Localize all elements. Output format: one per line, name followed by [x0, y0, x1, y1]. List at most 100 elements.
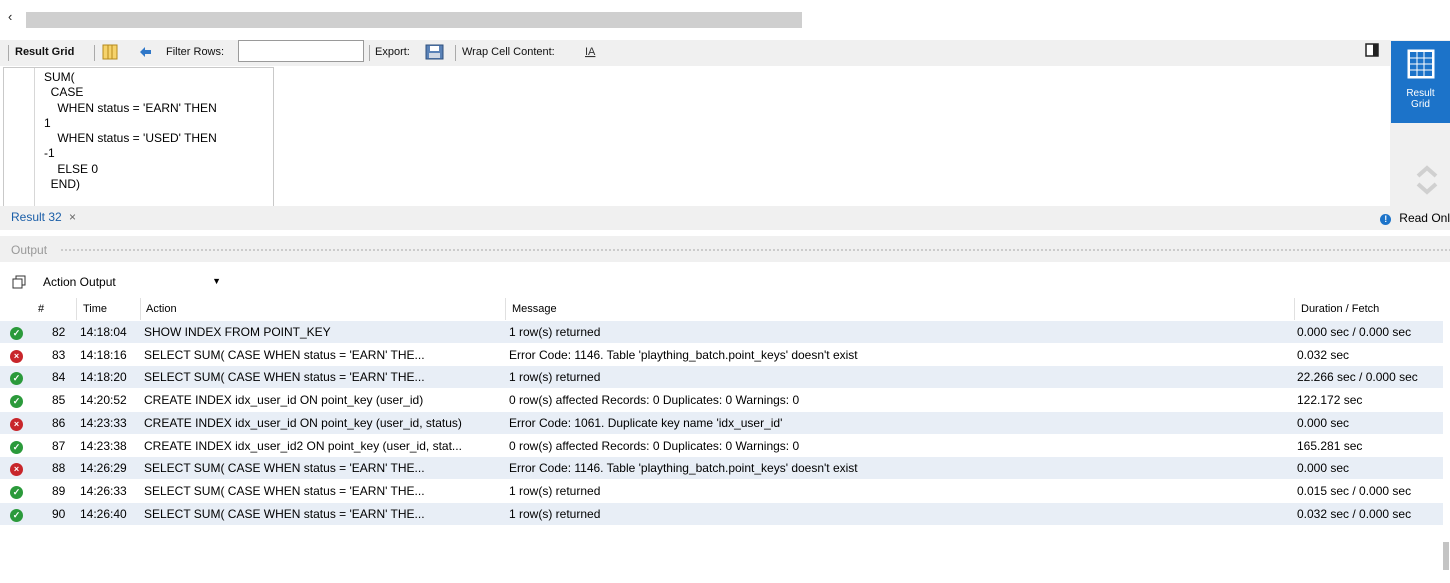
cell-content-text: SUM( CASE WHEN status = 'EARN' THEN 1 WH… — [44, 70, 217, 192]
row-duration: 122.172 sec — [1297, 393, 1363, 408]
table-row[interactable]: ✓ 90 14:26:40 SELECT SUM( CASE WHEN status … — [0, 502, 1443, 525]
row-number: 87 — [52, 438, 66, 453]
filter-rows-label: Filter Rows: — [166, 46, 225, 58]
output-type-select[interactable]: Action Output ▼ — [37, 272, 227, 292]
output-type-value: Action Output — [43, 275, 116, 289]
row-number: 86 — [52, 415, 66, 430]
copy-icon[interactable] — [12, 275, 26, 289]
row-action: CREATE INDEX idx_user_id ON point_key (u… — [144, 415, 462, 430]
row-time: 14:23:33 — [80, 415, 127, 430]
row-action: SELECT SUM( CASE WHEN status = 'EARN' TH… — [144, 370, 425, 385]
tab-result-32[interactable]: Result 32 × — [11, 210, 76, 224]
table-row[interactable]: × 86 14:23:33 CREATE INDEX idx_user_id ON p… — [0, 411, 1443, 434]
success-icon: ✓ — [10, 508, 23, 522]
result-grid-label: Result Grid — [15, 46, 75, 58]
row-duration: 165.281 sec — [1297, 438, 1363, 453]
header-grip — [60, 248, 1450, 252]
table-row[interactable]: × 88 14:26:29 SELECT SUM( CASE WHEN status … — [0, 457, 1443, 480]
row-action: SELECT SUM( CASE WHEN status = 'EARN' TH… — [144, 461, 425, 476]
table-row[interactable]: ✓ 87 14:23:38 CREATE INDEX idx_user_id2 ON … — [0, 435, 1443, 457]
read-only-label: Read Onl — [1399, 211, 1450, 225]
toolbar-divider — [94, 45, 95, 61]
close-icon[interactable]: × — [69, 210, 76, 224]
row-number: 89 — [52, 483, 66, 498]
column-header-message[interactable]: Message — [512, 303, 557, 315]
row-duration: 0.000 sec / 0.000 sec — [1297, 325, 1412, 339]
error-icon: × — [10, 463, 23, 477]
table-row[interactable]: ✓ 84 14:18:20 SELECT SUM( CASE WHEN status … — [0, 366, 1443, 389]
table-row[interactable]: ✓ 89 14:26:33 SELECT SUM( CASE WHEN status … — [0, 480, 1443, 502]
row-duration: 0.000 sec — [1297, 461, 1350, 476]
cell-content-viewer[interactable]: SUM( CASE WHEN status = 'EARN' THEN 1 WH… — [3, 67, 274, 207]
row-time: 14:18:16 — [80, 347, 127, 362]
wrap-cell-label: Wrap Cell Content: — [462, 46, 555, 58]
success-icon: ✓ — [10, 485, 23, 499]
error-icon: × — [10, 349, 23, 363]
row-duration: 22.266 sec / 0.000 sec — [1297, 370, 1418, 385]
output-panel-header: Output — [0, 236, 1450, 262]
row-duration: 0.015 sec / 0.000 sec — [1297, 483, 1412, 498]
filter-rows-input[interactable] — [238, 40, 364, 62]
row-time: 14:26:40 — [80, 506, 127, 521]
column-header-time[interactable]: Time — [83, 303, 107, 315]
row-number: 88 — [52, 461, 66, 476]
table-row[interactable]: ✓ 82 14:18:04 SHOW INDEX FROM POINT_KEY 1 ro… — [0, 321, 1443, 343]
result-tab-bar: Result 32 × ! Read Onl — [0, 206, 1450, 230]
vertical-scrollbar-thumb[interactable] — [1443, 542, 1449, 570]
table-row[interactable]: ✓ 85 14:20:52 CREATE INDEX idx_user_id ON p… — [0, 389, 1443, 411]
info-icon: ! — [1380, 214, 1392, 225]
row-time: 14:26:29 — [80, 461, 127, 476]
row-action: SELECT SUM( CASE WHEN status = 'EARN' TH… — [144, 506, 425, 521]
scroll-left-icon[interactable]: ‹ — [8, 9, 12, 24]
row-message: 1 row(s) returned — [509, 506, 601, 521]
output-label: Output — [11, 243, 48, 257]
wrap-text-icon[interactable]: IA — [584, 44, 598, 61]
row-action: SHOW INDEX FROM POINT_KEY — [144, 325, 331, 339]
result-grid-side-button[interactable]: Result Grid — [1391, 41, 1450, 123]
row-message: 0 row(s) affected Records: 0 Duplicates:… — [509, 438, 800, 453]
output-selector-bar: Action Output ▼ — [0, 268, 1450, 296]
row-message: 1 row(s) returned — [509, 370, 601, 385]
scroll-chevrons-icon[interactable] — [1415, 162, 1439, 198]
horizontal-scrollbar[interactable]: ‹ — [0, 9, 1450, 31]
toolbar-divider — [8, 45, 9, 61]
row-message: Error Code: 1146. Table 'plaything_batch… — [509, 347, 858, 362]
toolbar-divider — [369, 45, 370, 61]
row-number: 82 — [52, 325, 66, 339]
grid-header: # Time Action Message Duration / Fetch — [0, 298, 1443, 320]
success-icon: ✓ — [10, 372, 23, 386]
toggle-panel-icon[interactable] — [1365, 43, 1379, 60]
column-header-duration[interactable]: Duration / Fetch — [1301, 303, 1379, 315]
row-time: 14:18:04 — [80, 325, 127, 339]
export-icon[interactable] — [425, 43, 445, 64]
table-row[interactable]: × 83 14:18:16 SELECT SUM( CASE WHEN status … — [0, 344, 1443, 366]
column-header-number[interactable]: # — [38, 303, 44, 315]
row-action: CREATE INDEX idx_user_id2 ON point_key (… — [144, 438, 462, 453]
row-message: 0 row(s) affected Records: 0 Duplicates:… — [509, 393, 800, 408]
row-duration: 0.032 sec / 0.000 sec — [1297, 506, 1412, 521]
row-number: 84 — [52, 370, 66, 385]
row-message: Error Code: 1146. Table 'plaything_batch… — [509, 461, 858, 476]
row-number: 85 — [52, 393, 66, 408]
grid-icon — [1407, 49, 1435, 79]
row-number: 83 — [52, 347, 66, 362]
toolbar-divider — [455, 45, 456, 61]
row-time: 14:18:20 — [80, 370, 127, 385]
column-header-action[interactable]: Action — [146, 303, 177, 315]
refresh-icon[interactable] — [137, 44, 155, 63]
row-time: 14:26:33 — [80, 483, 127, 498]
row-time: 14:23:38 — [80, 438, 127, 453]
row-duration: 0.032 sec — [1297, 347, 1350, 362]
grid-layout-icon[interactable] — [102, 44, 118, 63]
row-message: 1 row(s) returned — [509, 483, 601, 498]
scrollbar-thumb[interactable] — [26, 12, 802, 28]
row-message: Error Code: 1061. Duplicate key name 'id… — [509, 415, 783, 430]
success-icon: ✓ — [10, 395, 23, 409]
row-number: 90 — [52, 506, 66, 521]
row-time: 14:20:52 — [80, 393, 127, 408]
export-label: Export: — [375, 46, 410, 58]
read-only-indicator: ! Read Onl — [1380, 211, 1450, 225]
row-message: 1 row(s) returned — [509, 325, 601, 339]
row-action: CREATE INDEX idx_user_id ON point_key (u… — [144, 393, 424, 408]
row-action: SELECT SUM( CASE WHEN status = 'EARN' TH… — [144, 483, 425, 498]
